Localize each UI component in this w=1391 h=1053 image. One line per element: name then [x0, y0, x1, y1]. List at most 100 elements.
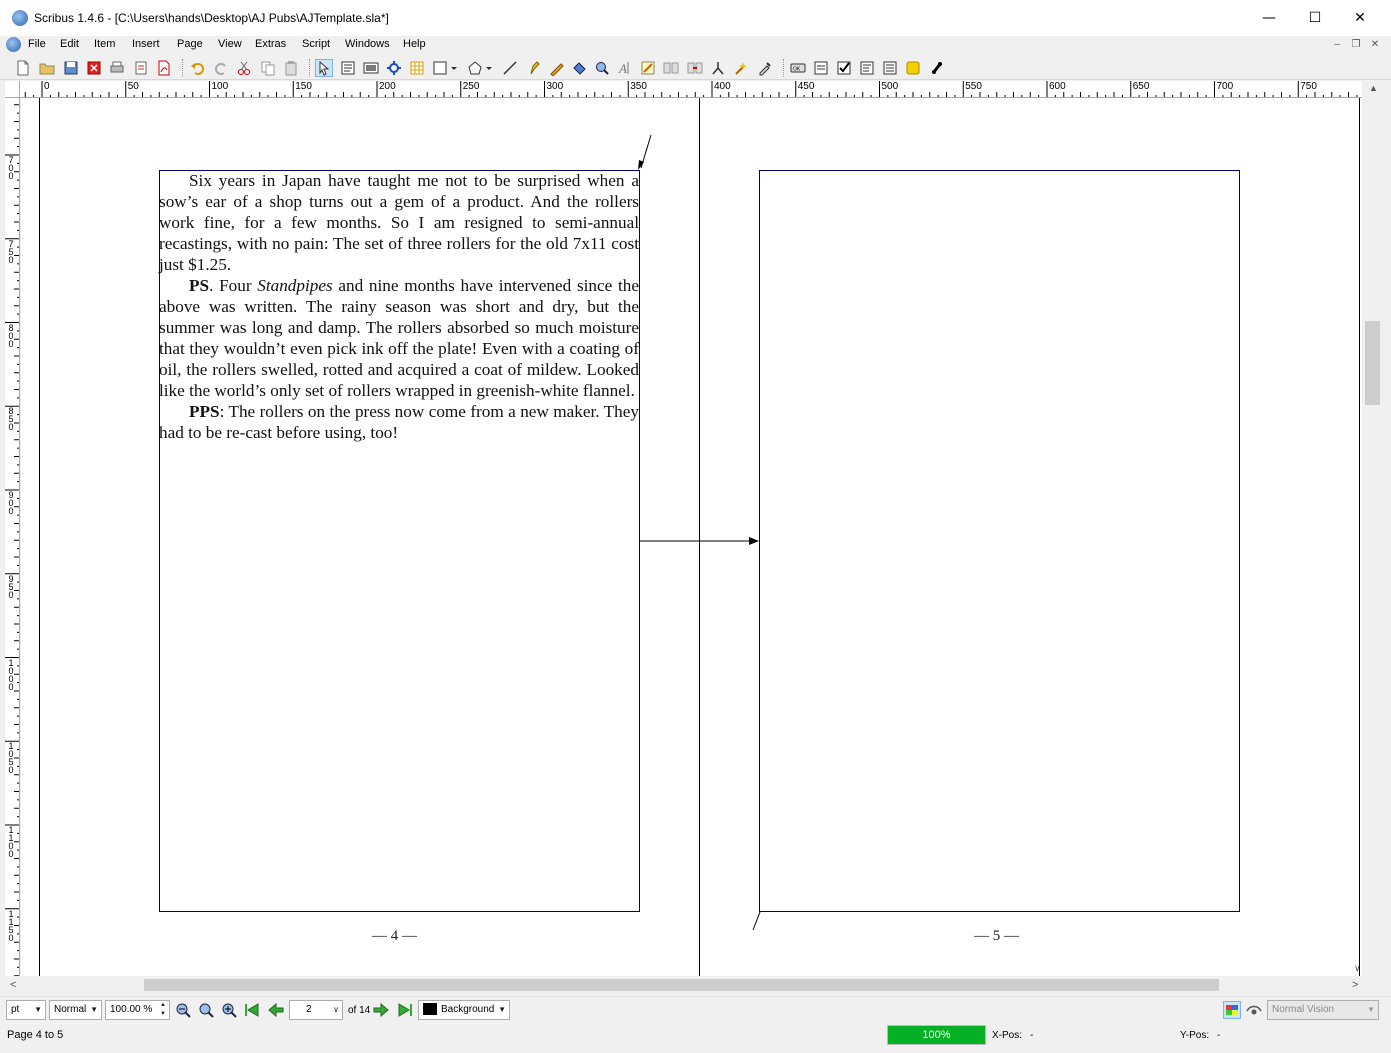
mdi-close-button[interactable]: ✕	[1367, 38, 1383, 52]
ruler-label: 750	[1300, 81, 1317, 92]
pdf-combobox-icon[interactable]	[858, 59, 876, 77]
pdf-checkbox-icon[interactable]	[835, 59, 853, 77]
copy-icon[interactable]	[259, 59, 277, 77]
paste-icon[interactable]	[282, 59, 300, 77]
color-management-icon[interactable]	[1223, 1001, 1241, 1019]
toolbar-separator	[783, 59, 784, 77]
story-text-run: PPS	[189, 402, 220, 421]
main-toolbar: A OK	[0, 56, 1391, 80]
preview-mode-select[interactable]: Normal ▼	[49, 1000, 102, 1020]
menu-view[interactable]: View	[218, 38, 242, 50]
vertical-ruler[interactable]: 700 750 800 850 900 950 1000 1050 1100 1150	[5, 81, 20, 976]
document-window-icon[interactable]	[6, 37, 21, 52]
menu-item[interactable]: Item	[94, 38, 115, 50]
shape-dropdown-icon[interactable]	[449, 59, 459, 77]
menu-insert[interactable]: Insert	[132, 38, 160, 50]
open-icon[interactable]	[38, 59, 56, 77]
menu-extras[interactable]: Extras	[255, 38, 286, 50]
ruler-label: 200	[379, 81, 396, 92]
mdi-minimize-button[interactable]: –	[1329, 38, 1345, 52]
unit-select[interactable]: pt ▼	[6, 1000, 46, 1020]
menu-edit[interactable]: Edit	[60, 38, 79, 50]
print-icon[interactable]	[108, 59, 126, 77]
spin-icon[interactable]: ▲ ▼	[160, 1001, 166, 1019]
rotate-icon[interactable]	[570, 59, 588, 77]
close-document-icon[interactable]	[85, 59, 103, 77]
page-number-select[interactable]: 2 ∨	[289, 1000, 343, 1020]
minimize-button[interactable]: —	[1246, 0, 1292, 36]
cut-icon[interactable]	[235, 59, 253, 77]
scroll-right-icon[interactable]: >	[1352, 979, 1358, 991]
previous-page-icon[interactable]	[267, 1001, 285, 1019]
pdf-listbox-icon[interactable]	[881, 59, 899, 77]
render-frame-icon[interactable]	[385, 59, 403, 77]
pdf-button-icon[interactable]: OK	[789, 59, 807, 77]
pdf-textfield-icon[interactable]	[812, 59, 830, 77]
chevron-down-icon: ▼	[498, 1005, 506, 1014]
zoom-out-icon[interactable]	[174, 1001, 192, 1019]
edit-contents-icon[interactable]: A	[616, 59, 634, 77]
ypos-value: -	[1217, 1030, 1221, 1041]
polygon-icon[interactable]	[466, 59, 484, 77]
horizontal-ruler[interactable]: 0 50 100 150 200 250 300 350 400 450 500 550 600 650 7…	[16, 81, 1362, 98]
ruler-label: 900	[8, 490, 14, 516]
redo-icon[interactable]	[212, 59, 230, 77]
close-button[interactable]: ✕	[1337, 0, 1383, 36]
text-frame-content[interactable]: Six years in Japan have taught me not to…	[159, 170, 640, 912]
horizontal-scroll-thumb[interactable]	[144, 979, 1219, 991]
menu-script[interactable]: Script	[302, 38, 330, 50]
preflight-icon[interactable]	[132, 59, 150, 77]
zoom-input[interactable]: 100.00 % ▲ ▼	[105, 1000, 170, 1020]
save-icon[interactable]	[62, 59, 80, 77]
scroll-up-icon[interactable]: ▲	[1369, 83, 1378, 93]
menu-page[interactable]: Page	[177, 38, 203, 50]
preview-toggle-icon[interactable]	[1245, 1001, 1263, 1019]
vision-select[interactable]: Normal Vision ▼	[1267, 1000, 1379, 1020]
zoom-100-icon[interactable]	[197, 1001, 215, 1019]
ruler-corner[interactable]	[5, 81, 20, 98]
measure-icon[interactable]	[709, 59, 727, 77]
edit-text-icon[interactable]	[639, 59, 657, 77]
document-canvas[interactable]: Six years in Japan have taught me not to…	[21, 98, 1362, 976]
next-page-icon[interactable]	[372, 1001, 390, 1019]
bezier-icon[interactable]	[524, 59, 542, 77]
pdf-link-icon[interactable]	[928, 59, 946, 77]
copy-properties-icon[interactable]	[732, 59, 750, 77]
menu-help[interactable]: Help	[403, 38, 426, 50]
select-icon[interactable]	[315, 59, 333, 77]
first-page-icon[interactable]	[243, 1001, 261, 1019]
vision-value: Normal Vision	[1272, 1004, 1335, 1015]
link-frames-icon[interactable]	[662, 59, 680, 77]
text-frame-icon[interactable]	[339, 59, 357, 77]
maximize-button[interactable]: ☐	[1292, 0, 1338, 36]
table-icon[interactable]	[408, 59, 426, 77]
text-frame-page-5[interactable]	[759, 170, 1240, 912]
eyedropper-icon[interactable]	[756, 59, 774, 77]
vertical-scrollbar[interactable]: ▲ ∨	[1354, 81, 1384, 976]
zoom-in-icon[interactable]	[220, 1001, 238, 1019]
zoom-icon[interactable]	[593, 59, 611, 77]
last-page-icon[interactable]	[396, 1001, 414, 1019]
frame-story-text: Six years in Japan have taught me not to…	[159, 170, 640, 443]
menu-windows[interactable]: Windows	[345, 38, 390, 50]
freehand-icon[interactable]	[548, 59, 566, 77]
new-document-icon[interactable]	[14, 59, 32, 77]
menu-file[interactable]: File	[28, 38, 46, 50]
story-paragraph: PS. Four Standpipes and nine months have…	[159, 275, 639, 401]
export-pdf-icon[interactable]	[155, 59, 173, 77]
scroll-down-icon[interactable]: ∨	[1354, 963, 1361, 974]
image-frame-icon[interactable]	[362, 59, 380, 77]
page-number-value: 2	[306, 1004, 312, 1015]
scribus-logo-icon	[12, 10, 28, 26]
line-icon[interactable]	[501, 59, 519, 77]
scroll-left-icon[interactable]: <	[10, 979, 16, 991]
unlink-frames-icon[interactable]	[686, 59, 704, 77]
undo-icon[interactable]	[189, 59, 207, 77]
mdi-restore-button[interactable]: ❐	[1348, 38, 1364, 52]
pdf-annotation-icon[interactable]	[904, 59, 922, 77]
shape-icon[interactable]	[431, 59, 449, 77]
layer-select[interactable]: Background ▼	[418, 1000, 510, 1020]
horizontal-scrollbar[interactable]: < >	[5, 976, 1362, 994]
vertical-scroll-thumb[interactable]	[1365, 321, 1380, 405]
polygon-dropdown-icon[interactable]	[484, 59, 494, 77]
